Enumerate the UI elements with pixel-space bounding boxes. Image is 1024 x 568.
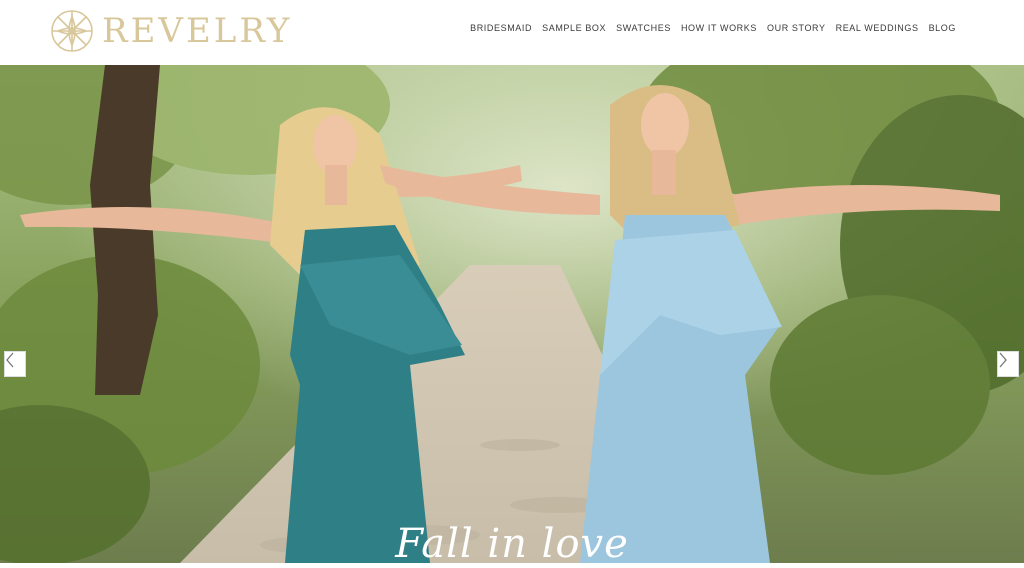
brand-logo[interactable]: REVELRY — [48, 6, 292, 56]
site-header: REVELRY BRIDESMAID SAMPLE BOX SWATCHES H… — [0, 0, 1024, 65]
brand-logo-icon — [51, 10, 93, 52]
hero-slider — [0, 65, 1024, 563]
main-nav: BRIDESMAID SAMPLE BOX SWATCHES HOW IT WO… — [465, 22, 961, 34]
slider-next-button[interactable] — [997, 351, 1019, 377]
brand-name: REVELRY — [102, 11, 293, 51]
nav-item-sample-box[interactable]: SAMPLE BOX — [537, 22, 611, 34]
nav-item-blog[interactable]: BLOG — [924, 22, 961, 34]
nav-item-how-it-works[interactable]: HOW IT WORKS — [676, 22, 762, 34]
nav-item-our-story[interactable]: OUR STORY — [762, 22, 831, 34]
hero-tagline: Fall in love — [395, 521, 629, 567]
nav-item-swatches[interactable]: SWATCHES — [611, 22, 676, 34]
nav-item-bridesmaid[interactable]: BRIDESMAID — [465, 22, 537, 34]
slider-prev-button[interactable] — [4, 351, 26, 377]
chevron-left-icon — [6, 352, 14, 368]
chevron-right-icon — [999, 352, 1007, 368]
hero-image — [0, 65, 1024, 563]
nav-item-real-weddings[interactable]: REAL WEDDINGS — [831, 22, 924, 34]
